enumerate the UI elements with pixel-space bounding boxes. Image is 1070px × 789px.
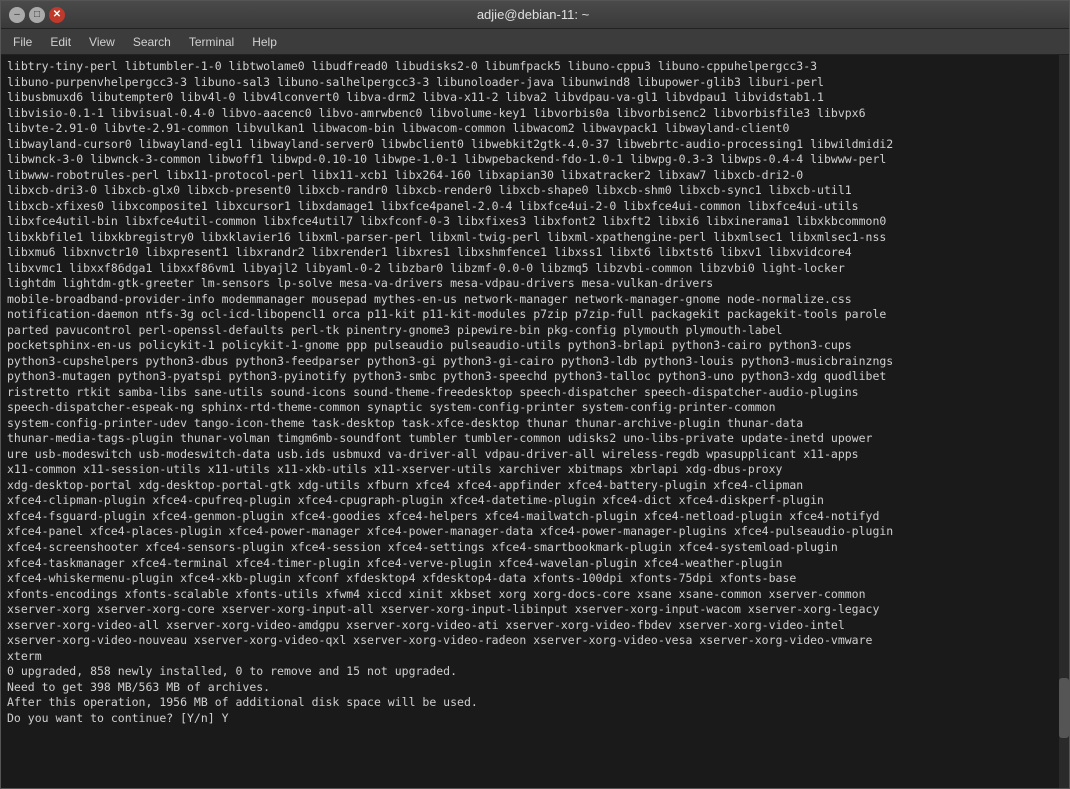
terminal-output: libtry-tiny-perl libtumbler-1-0 libtwola…	[7, 59, 1063, 726]
close-button[interactable]: ✕	[49, 7, 65, 23]
titlebar: – □ ✕ adjie@debian-11: ~	[1, 1, 1069, 29]
menu-help[interactable]: Help	[244, 33, 285, 51]
menu-file[interactable]: File	[5, 33, 40, 51]
menubar: File Edit View Search Terminal Help	[1, 29, 1069, 55]
menu-view[interactable]: View	[81, 33, 123, 51]
maximize-button[interactable]: □	[29, 7, 45, 23]
scrollbar-thumb[interactable]	[1059, 678, 1069, 738]
menu-terminal[interactable]: Terminal	[181, 33, 242, 51]
window-title: adjie@debian-11: ~	[65, 7, 1001, 22]
terminal-body[interactable]: libtry-tiny-perl libtumbler-1-0 libtwola…	[1, 55, 1069, 788]
menu-edit[interactable]: Edit	[42, 33, 79, 51]
window-controls: – □ ✕	[9, 7, 65, 23]
scrollbar[interactable]	[1059, 55, 1069, 788]
menu-search[interactable]: Search	[125, 33, 179, 51]
terminal-window: – □ ✕ adjie@debian-11: ~ File Edit View …	[0, 0, 1070, 789]
minimize-button[interactable]: –	[9, 7, 25, 23]
